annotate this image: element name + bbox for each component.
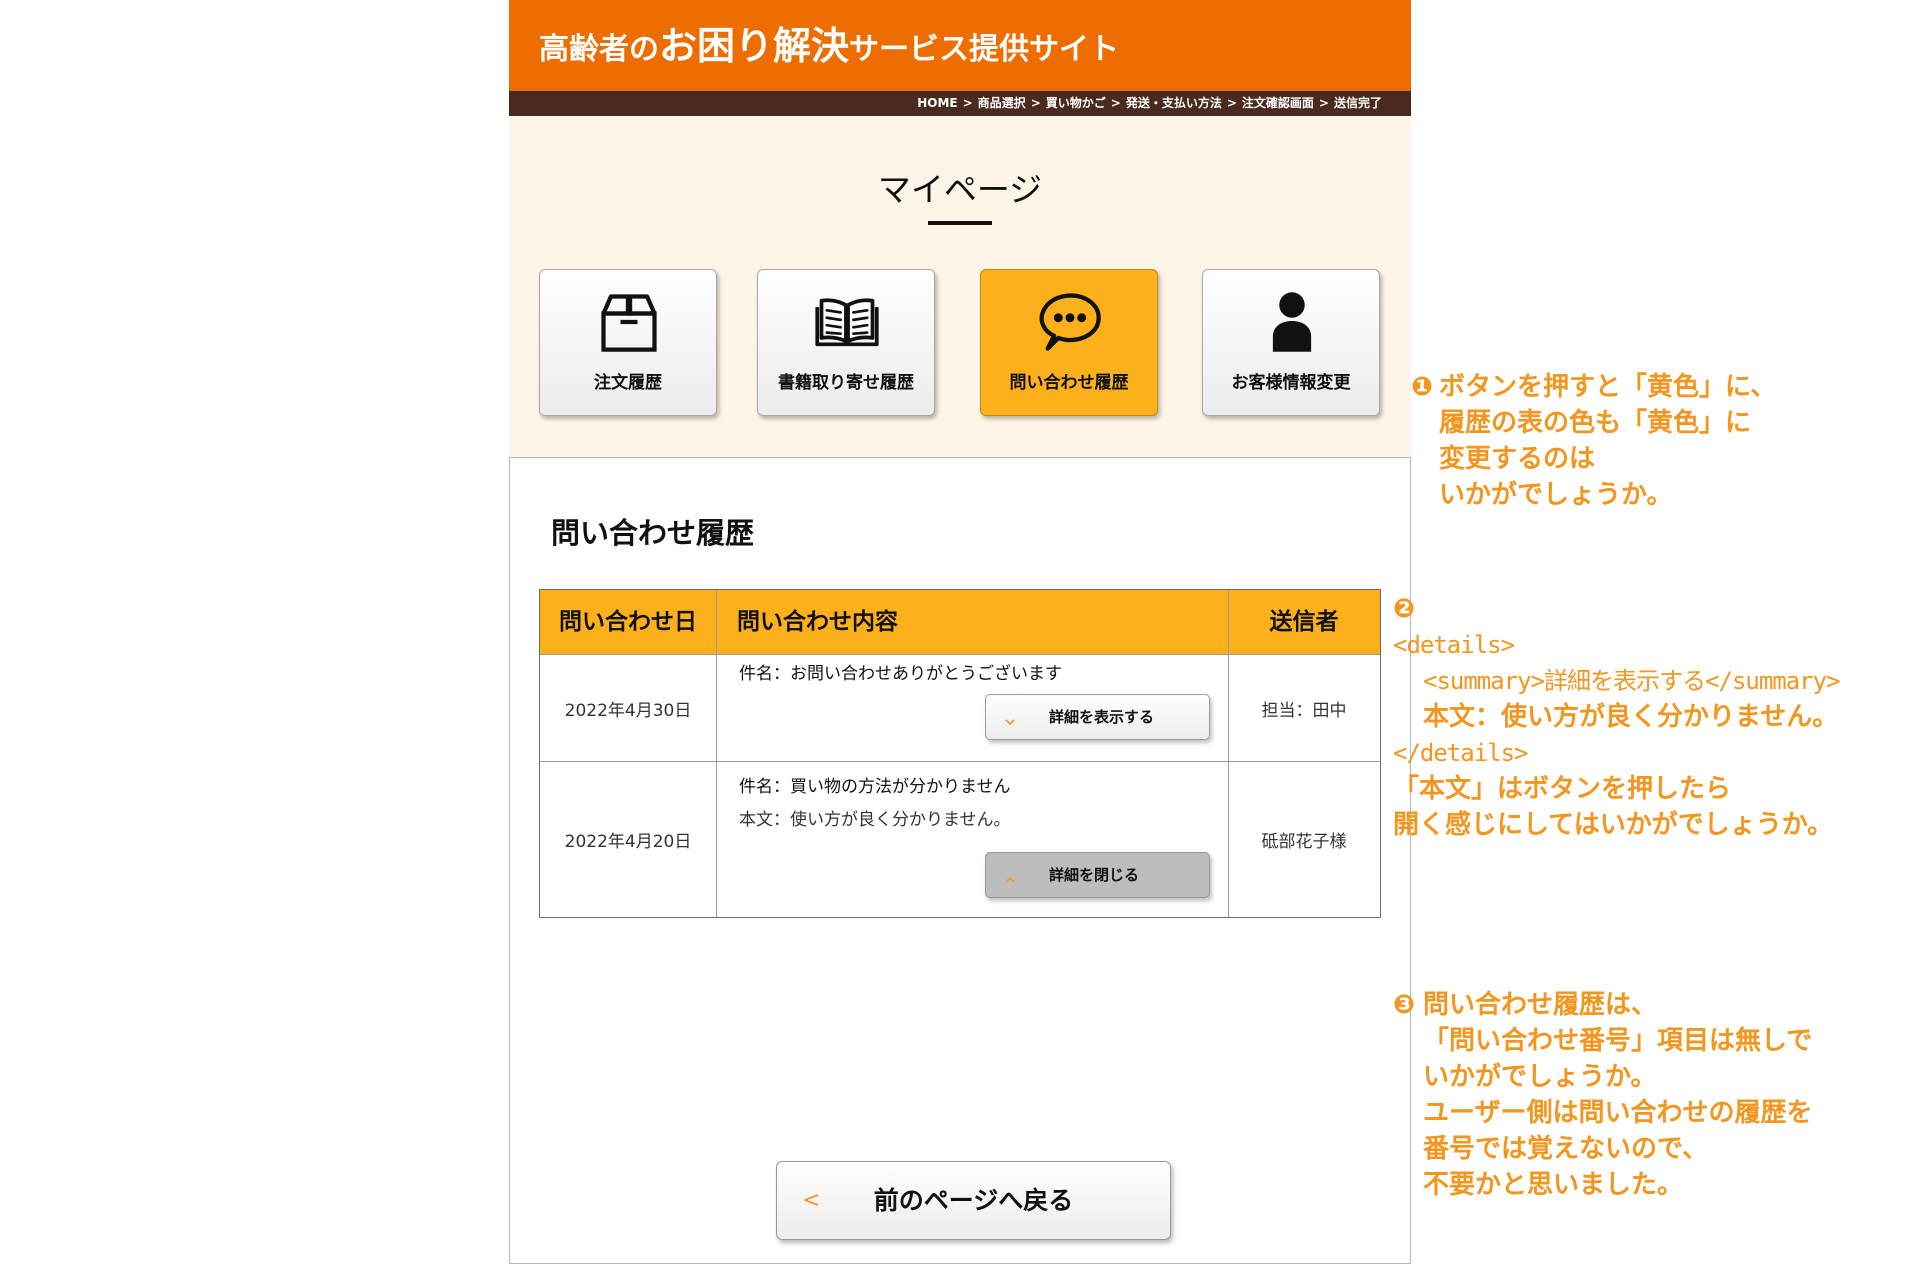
show-details-label: 詳細を表示する: [1049, 708, 1155, 726]
annotation-line: ボタンを押すと「黄色」に、: [1439, 372, 1777, 402]
annotation-line: ユーザー側は問い合わせの履歴を: [1423, 1098, 1813, 1128]
inquiry-body: 本文：使い方が良く分かりません。: [739, 810, 1011, 830]
chat-bubble-icon: [1036, 288, 1104, 356]
column-header-content: 問い合わせ内容: [717, 590, 1229, 654]
table-row: 2022年4月30日 件名：お問い合わせありがとうございます 詳細を表示する 担…: [540, 654, 1380, 761]
annotation-line: 開く感じにしてはいかがでしょうか。: [1393, 810, 1834, 840]
person-icon: [1258, 288, 1326, 356]
inquiry-subject: 件名：買い物の方法が分かりません: [739, 777, 1011, 797]
site-title[interactable]: 高齢者のお困り解決サービス提供サイト: [539, 21, 1119, 79]
annotation-marker: ❶: [1411, 372, 1434, 402]
back-button-label: 前のページへ戻る: [873, 1186, 1074, 1215]
breadcrumb-separator: >: [1030, 96, 1041, 110]
chevron-up-icon: [1004, 870, 1016, 883]
annotation-marker: ❷: [1393, 594, 1416, 624]
annotation-line: いかがでしょうか。: [1423, 1062, 1657, 1092]
annotation-code-line: </details>: [1393, 739, 1528, 767]
annotation-line: 本文：使い方が良く分かりません。: [1423, 702, 1839, 732]
breadcrumb-item-sent[interactable]: 送信完了: [1334, 96, 1382, 110]
menu-button-book-order-history[interactable]: 書籍取り寄せ履歴: [757, 269, 935, 416]
inquiry-subject: 件名：お問い合わせありがとうございます: [739, 664, 1062, 684]
menu-button-label: 書籍取り寄せ履歴: [778, 373, 914, 393]
breadcrumb: HOME > 商品選択 > 買い物かご > 発送・支払い方法 > 注文確認画面 > 送信完了: [917, 91, 1382, 116]
annotation-line: 履歴の表の色も「黄色」に: [1439, 408, 1752, 438]
menu-button-label: お客様情報変更: [1231, 373, 1351, 393]
close-details-button[interactable]: 詳細を閉じる: [985, 852, 1210, 898]
breadcrumb-separator: >: [1226, 96, 1237, 110]
table-header-row: 問い合わせ日 問い合わせ内容 送信者: [540, 590, 1380, 654]
book-icon: [813, 288, 881, 356]
chevron-down-icon: [1004, 712, 1016, 726]
site-header: 高齢者のお困り解決サービス提供サイト: [509, 0, 1411, 91]
breadcrumb-bar: HOME > 商品選択 > 買い物かご > 発送・支払い方法 > 注文確認画面 > 送信完了: [509, 91, 1411, 116]
back-button[interactable]: < 前のページへ戻る: [776, 1161, 1171, 1240]
site-title-prefix: 高齢者の: [539, 32, 659, 67]
annotation-marker: ❸: [1393, 990, 1416, 1020]
breadcrumb-separator: >: [1318, 96, 1329, 110]
section-title: 問い合わせ履歴: [551, 516, 755, 550]
close-details-label: 詳細を閉じる: [1049, 866, 1140, 884]
inquiry-history-table: 問い合わせ日 問い合わせ内容 送信者 2022年4月30日 件名：お問い合わせあ…: [539, 589, 1381, 918]
breadcrumb-separator: >: [962, 96, 973, 110]
inquiry-sender: 砥部花子様: [1261, 832, 1347, 852]
breadcrumb-separator: >: [1110, 96, 1121, 110]
table-row: 2022年4月20日 件名：買い物の方法が分かりません 本文：使い方が良く分かり…: [540, 761, 1380, 917]
breadcrumb-item-cart[interactable]: 買い物かご: [1046, 96, 1106, 110]
menu-button-label: 問い合わせ履歴: [1009, 373, 1129, 393]
page-title-underline: [928, 221, 992, 225]
breadcrumb-item-order-confirm[interactable]: 注文確認画面: [1242, 96, 1314, 110]
breadcrumb-item-shipping-payment[interactable]: 発送・支払い方法: [1126, 96, 1222, 110]
inquiry-content-cell: 件名：お問い合わせありがとうございます 詳細を表示する: [717, 655, 1229, 761]
site-title-suffix: サービス提供サイト: [849, 32, 1120, 67]
column-header-sender: 送信者: [1269, 609, 1339, 635]
inquiry-sender: 担当：田中: [1261, 700, 1347, 721]
review-annotation-1: ❶ ボタンを押すと「黄色」に、 履歴の表の色も「黄色」に 変更するのは いかがでし…: [1411, 369, 1776, 513]
annotation-code-line: <details>: [1393, 631, 1515, 659]
annotation-line: 「問い合わせ番号」項目は無しで: [1423, 1026, 1813, 1056]
inquiry-date: 2022年4月30日: [540, 655, 717, 761]
page-title: マイページ: [877, 170, 1043, 209]
menu-button-order-history[interactable]: 注文履歴: [539, 269, 717, 416]
menu-button-customer-info[interactable]: お客様情報変更: [1202, 269, 1380, 416]
annotation-code-line: <summary>詳細を表示する</summary>: [1423, 667, 1841, 695]
annotation-line: 番号では覚えないので、: [1423, 1134, 1708, 1164]
site-title-main: お困り解決: [659, 24, 850, 68]
annotation-line: 問い合わせ履歴は、: [1423, 990, 1658, 1020]
review-annotation-3: ❸ 問い合わせ履歴は、 「問い合わせ番号」項目は無しで いかがでしょうか。 ユーザ…: [1393, 987, 1812, 1203]
review-annotation-2: ❷ <details> <summary>詳細を表示する</summary> 本…: [1393, 591, 1841, 843]
breadcrumb-item-home[interactable]: HOME: [917, 96, 957, 110]
breadcrumb-item-product-select[interactable]: 商品選択: [978, 96, 1026, 110]
menu-button-label: 注文履歴: [594, 373, 662, 393]
annotation-line: 不要かと思いました。: [1423, 1170, 1684, 1200]
page-canvas: 高齢者のお困り解決サービス提供サイト HOME > 商品選択 > 買い物かご > 発送・支払…: [0, 0, 1920, 1265]
inquiry-date: 2022年4月20日: [540, 762, 717, 917]
annotation-line: 変更するのは: [1439, 444, 1596, 474]
annotation-line: いかがでしょうか。: [1439, 480, 1673, 510]
box-icon: [595, 288, 663, 356]
annotation-line: 「本文」はボタンを押したら: [1393, 774, 1732, 804]
show-details-button[interactable]: 詳細を表示する: [985, 694, 1210, 740]
inquiry-content-cell: 件名：買い物の方法が分かりません 本文：使い方が良く分かりません。 詳細を閉じる: [717, 762, 1229, 917]
column-header-date: 問い合わせ日: [540, 590, 717, 654]
menu-button-inquiry-history[interactable]: 問い合わせ履歴: [980, 269, 1158, 416]
